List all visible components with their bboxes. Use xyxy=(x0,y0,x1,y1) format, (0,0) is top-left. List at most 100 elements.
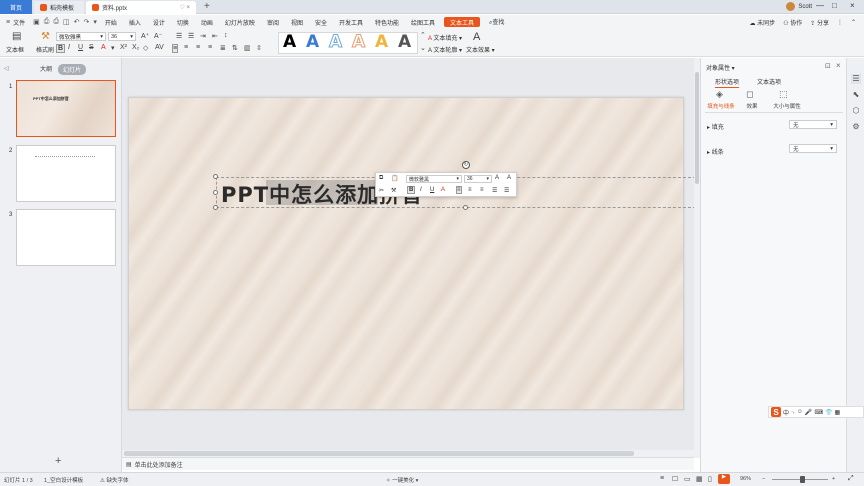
indent-icon[interactable]: ⇥ xyxy=(200,32,206,40)
wordart-style-2[interactable]: A xyxy=(306,32,319,52)
menu-drawing-tools[interactable]: 绘图工具 xyxy=(405,18,441,27)
resize-handle[interactable] xyxy=(463,205,468,210)
reading-view-icon[interactable]: ▯ xyxy=(708,475,712,483)
search-button[interactable]: ⌕查找 xyxy=(483,17,510,27)
new-tab-button[interactable]: + xyxy=(204,1,210,12)
outdent-icon[interactable]: ⇤ xyxy=(212,32,218,40)
font-size-select[interactable]: 36 ▾ xyxy=(108,32,136,41)
mini-size-select[interactable]: 36 ▾ xyxy=(464,175,492,183)
minimize-icon[interactable]: — xyxy=(816,1,824,10)
mini-align-left-icon[interactable]: ≡ xyxy=(456,186,462,194)
select-icon[interactable]: ⬉ xyxy=(851,90,861,100)
menu-transition[interactable]: 切换 xyxy=(171,18,195,27)
ime-menu-icon[interactable]: ▦ xyxy=(834,409,840,416)
tab-home[interactable]: 首页 xyxy=(0,0,32,14)
emoji-icon[interactable]: ☺ xyxy=(797,409,803,415)
font-select[interactable]: 微软雅黑 ▾ xyxy=(56,32,106,41)
menu-developer[interactable]: 开发工具 xyxy=(333,18,369,27)
tab-document[interactable]: 资料.pptx ♡ × xyxy=(86,1,196,14)
text-outline-button[interactable]: A 文本轮廓 ▾ xyxy=(428,45,462,54)
collab-button[interactable]: ⚇ 协作 xyxy=(783,18,802,27)
text-options-tab[interactable]: 文本选项 xyxy=(757,77,781,86)
menu-review[interactable]: 审阅 xyxy=(261,18,285,27)
format-painter-icon[interactable]: ⚒ xyxy=(41,31,50,42)
italic-icon[interactable]: I xyxy=(68,44,70,51)
rotate-handle-icon[interactable]: ↻ xyxy=(462,161,470,169)
fill-line-icon[interactable]: ◈ xyxy=(716,89,723,100)
add-slide-button[interactable]: + xyxy=(55,455,61,467)
justify-icon[interactable]: ≡ xyxy=(208,44,212,51)
undo-icon[interactable]: ↶ xyxy=(72,18,82,26)
underline-icon[interactable]: U xyxy=(78,44,83,51)
maximize-icon[interactable]: □ xyxy=(832,1,837,10)
textbox-icon[interactable]: ▤ xyxy=(12,31,21,42)
keyboard-icon[interactable]: ⌨ xyxy=(814,409,823,416)
unsync-button[interactable]: ☁ 未同步 xyxy=(750,18,776,27)
wordart-style-4[interactable]: A xyxy=(351,32,365,53)
theme-name[interactable]: 1_空白设计模板 xyxy=(44,476,83,484)
copy-icon[interactable]: ⧉ xyxy=(379,175,383,182)
font-color-icon[interactable]: A xyxy=(101,44,106,51)
window-close-icon[interactable]: × xyxy=(850,1,855,10)
chevron-down-icon[interactable]: ▾ xyxy=(111,44,115,52)
line-spacing-icon[interactable]: ↕ xyxy=(224,32,228,39)
columns-icon[interactable]: ▥ xyxy=(244,44,251,52)
paste-icon[interactable]: 📋 xyxy=(391,175,398,182)
tab-template[interactable]: 稻壳模板 xyxy=(34,1,84,14)
menu-view[interactable]: 视图 xyxy=(285,18,309,27)
mini-align-right-icon[interactable]: ≡ xyxy=(480,187,484,193)
mini-number-icon[interactable]: ☰ xyxy=(504,187,509,194)
settings-icon[interactable]: ⚙ xyxy=(851,122,861,132)
ime-toolbar[interactable]: S 中 ·, ☺ 🎤 ⌨ 👕 ▦ xyxy=(768,406,864,418)
slide-thumbnail-2[interactable] xyxy=(16,145,116,202)
share-button[interactable]: ⇪ 分享 xyxy=(810,18,829,27)
menu-security[interactable]: 安全 xyxy=(309,18,333,27)
resize-handle[interactable] xyxy=(213,174,218,179)
align-left-icon[interactable]: ≡ xyxy=(172,44,179,53)
line-select[interactable]: 无 ▾ xyxy=(789,144,837,153)
punctuation-icon[interactable]: ·, xyxy=(791,409,795,415)
font-shrink-icon[interactable]: A⁻ xyxy=(154,32,162,40)
align-right-icon[interactable]: ≡ xyxy=(196,44,200,51)
menu-text-tools[interactable]: 文本工具 xyxy=(444,17,481,27)
gallery-scroll-icon[interactable]: ⌃ xyxy=(420,31,426,39)
textbox-button[interactable]: 文本框 xyxy=(6,45,24,54)
char-spacing-icon[interactable]: AV xyxy=(155,44,164,51)
menu-slideshow[interactable]: 幻灯片放映 xyxy=(219,18,261,27)
preview-icon[interactable]: ◫ xyxy=(61,18,72,26)
dropdown-icon[interactable]: ▾ xyxy=(91,18,99,26)
slide-thumbnail-3[interactable] xyxy=(16,209,116,266)
fill-line-subtab[interactable]: 填充与线条 xyxy=(704,102,738,110)
text-effect-icon[interactable]: A xyxy=(473,31,480,43)
slides-tab[interactable]: 幻灯片 xyxy=(58,64,87,75)
comment-icon[interactable]: ☐ xyxy=(672,475,678,483)
gallery-more-icon[interactable]: ⌄ xyxy=(420,44,426,52)
mini-underline[interactable]: U xyxy=(430,187,434,193)
align-center-icon[interactable]: ≡ xyxy=(184,44,188,51)
menu-features[interactable]: 特色功能 xyxy=(369,18,405,27)
play-slideshow-icon[interactable]: ▶ xyxy=(718,474,730,484)
close-icon[interactable]: ♡ × xyxy=(179,4,190,11)
zoom-level[interactable]: 96% xyxy=(740,476,751,482)
effects-subtab[interactable]: 效果 xyxy=(735,102,769,110)
zoom-out-icon[interactable]: − xyxy=(762,476,765,482)
save-icon[interactable]: ▣ xyxy=(31,18,42,26)
notes-area[interactable]: ▤ 单击此处添加备注 xyxy=(122,457,694,470)
shapes-icon[interactable]: ⬡ xyxy=(851,106,861,116)
pin-icon[interactable]: ⊡ xyxy=(825,62,831,70)
text-direction-icon[interactable]: ⇅ xyxy=(232,44,238,52)
font-grow-icon[interactable]: A⁺ xyxy=(141,32,149,40)
mic-icon[interactable]: 🎤 xyxy=(805,409,812,416)
ime-mode[interactable]: 中 xyxy=(783,408,789,417)
slide-thumbnail-1[interactable]: PPT中怎么添加拼音 xyxy=(16,80,116,137)
mini-align-center-icon[interactable]: ≡ xyxy=(468,187,472,193)
fit-window-icon[interactable]: ⤢ xyxy=(848,475,854,483)
menu-icon[interactable]: ≡ xyxy=(4,19,12,26)
redo-icon[interactable]: ↷ xyxy=(81,18,91,26)
mini-shrink-font[interactable]: A xyxy=(507,175,511,181)
properties-icon[interactable]: ☰ xyxy=(851,74,861,84)
number-list-icon[interactable]: ☰ xyxy=(188,32,194,40)
menu-start[interactable]: 开始 xyxy=(99,18,123,27)
subscript-icon[interactable]: X₂ xyxy=(132,44,139,51)
bullet-list-icon[interactable]: ☰ xyxy=(176,32,182,40)
